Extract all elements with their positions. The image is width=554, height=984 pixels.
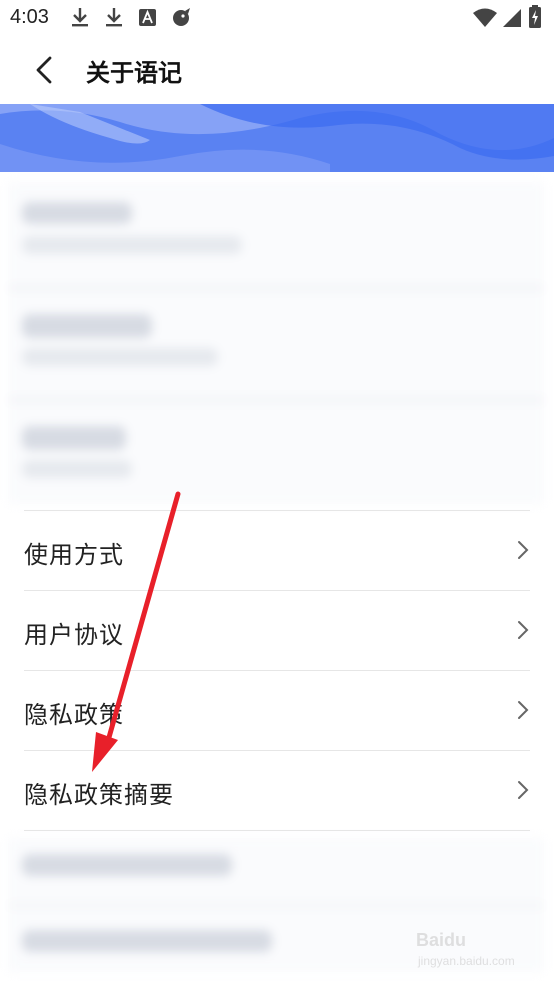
wifi-icon [473, 8, 497, 27]
menu-item-user-agreement[interactable]: 用户协议 [24, 590, 530, 670]
font-app-icon [139, 9, 156, 26]
chevron-right-icon [518, 541, 529, 559]
menu-item-label: 使用方式 [24, 541, 124, 569]
app-bar: 关于语记 [0, 36, 554, 104]
chevron-right-icon [518, 701, 529, 719]
chevron-right-icon [518, 621, 529, 639]
status-bar: 4:03 [0, 0, 554, 36]
status-time: 4:03 [10, 6, 49, 28]
watermark-url: jingyan.baidu.com [418, 954, 515, 968]
watermark-brand: Baidu [416, 930, 467, 950]
back-arrow-icon [36, 56, 52, 84]
header-banner [0, 104, 554, 172]
download-icon [106, 8, 122, 27]
menu-item-label: 隐私政策 [24, 701, 124, 729]
menu-item-usage[interactable]: 使用方式 [24, 510, 530, 590]
bird-app-icon [173, 8, 190, 26]
blurred-content-top [8, 182, 544, 504]
download-icon [72, 8, 88, 27]
menu-item-privacy-policy[interactable]: 隐私政策 [24, 670, 530, 750]
menu-item-label: 隐私政策摘要 [24, 781, 174, 809]
watermark: Baidu jingyan.baidu.com [416, 930, 526, 974]
settings-menu-list: 使用方式 用户协议 隐私政策 隐私政策摘要 [0, 510, 554, 831]
page-title: 关于语记 [86, 59, 182, 87]
signal-icon [503, 9, 521, 27]
screen: 4:03 关于语记 使用方式 用户协议 隐私政策 隐私政策摘要 Baidu ji… [0, 0, 554, 984]
banner-waves [0, 104, 554, 172]
chevron-right-icon [518, 781, 529, 799]
menu-item-label: 用户协议 [24, 621, 124, 649]
battery-charging-icon [529, 5, 541, 28]
menu-item-privacy-summary[interactable]: 隐私政策摘要 [24, 750, 530, 831]
back-button[interactable] [24, 50, 64, 90]
